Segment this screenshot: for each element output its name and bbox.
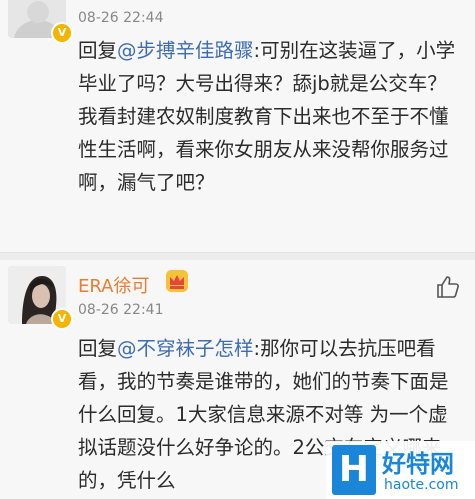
comment-timestamp: 08-26 22:41 (78, 302, 164, 318)
comment-body: 回复@步搏辛佳路骤:可别在这装逼了，小学毕业了吗？大号出得来？舔jb就是公交车？… (78, 34, 463, 199)
comment-card: V 08-26 22:44 回复@步搏辛佳路骤:可别在这装逼了，小学毕业了吗？大… (0, 0, 475, 252)
mention-link[interactable]: @步搏辛佳路骤 (117, 39, 254, 62)
comment-text: :可别在这装逼了，小学毕业了吗？大号出得来？舔jb就是公交车？我看封建农奴制度教… (78, 39, 456, 194)
reply-prefix: 回复 (78, 337, 118, 360)
comment-timestamp: 08-26 22:44 (78, 10, 164, 26)
verified-badge-icon: V (51, 308, 73, 330)
crown-icon (166, 270, 188, 292)
username[interactable]: ERA徐可 (78, 272, 149, 298)
watermark-url: haote.com (384, 477, 459, 493)
watermark-title: 好特网 (382, 450, 454, 478)
reply-prefix: 回复 (78, 39, 118, 62)
watermark-logo-icon: H (332, 445, 376, 495)
verified-badge-icon: V (51, 22, 73, 44)
mention-link[interactable]: @不穿袜子怎样 (117, 337, 254, 360)
watermark: H 好特网 haote.com (326, 441, 475, 499)
thumbs-up-icon[interactable] (435, 274, 461, 300)
